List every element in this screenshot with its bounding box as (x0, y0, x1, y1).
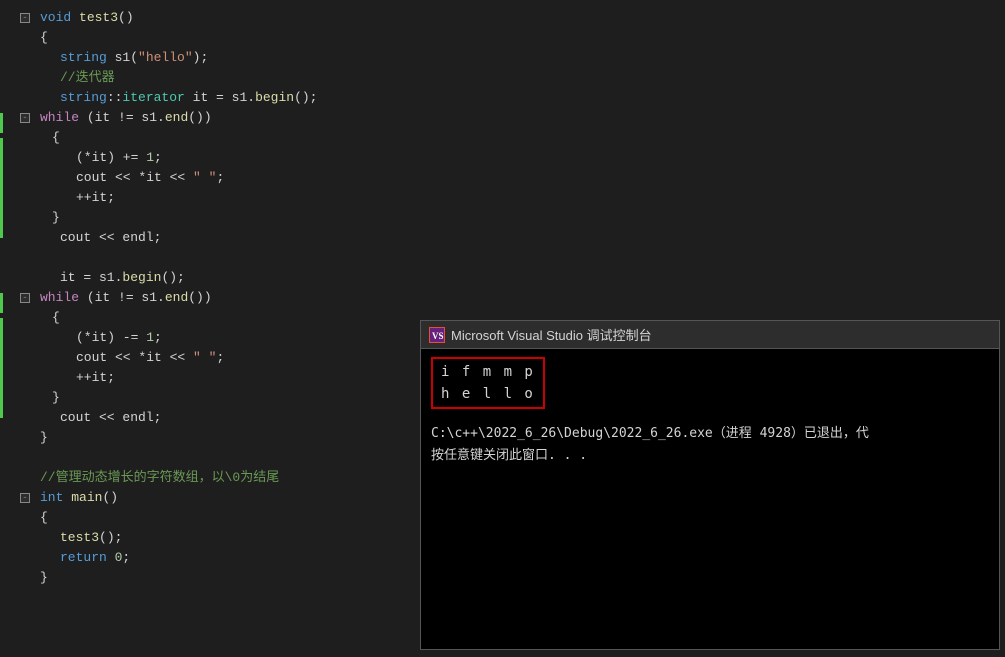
console-output-2: h e l l o (441, 383, 535, 405)
code-text-3: string s1("hello"); (36, 48, 208, 68)
code-line-6: - while (it != s1.end()) (0, 108, 420, 128)
gutter-6: - (0, 113, 36, 123)
code-line-26: { (0, 508, 420, 528)
code-text-14: it = s1.begin(); (36, 268, 185, 288)
console-output-1: i f m m p (441, 361, 535, 383)
code-line-1: - void test3() (0, 8, 420, 28)
green-bar-8 (0, 158, 3, 178)
code-text-19: ++it; (36, 368, 115, 388)
code-line-19: ++it; (0, 368, 420, 388)
code-container: - void test3() { string s1("hello"); //迭… (0, 0, 420, 596)
code-text-28: return 0; (36, 548, 130, 568)
code-text-18: cout << *it << " "; (36, 348, 224, 368)
code-text-26: { (36, 508, 48, 528)
green-bar-6 (0, 113, 3, 133)
green-bar-19 (0, 378, 3, 398)
svg-text:VS: VS (432, 331, 444, 341)
code-line-29: } (0, 568, 420, 588)
code-line-22: } (0, 428, 420, 448)
green-bar-15 (0, 293, 3, 313)
code-text-25: int main() (36, 488, 118, 508)
code-text-11: } (36, 208, 60, 228)
code-text-6: while (it != s1.end()) (36, 108, 212, 128)
green-bar-18 (0, 358, 3, 378)
code-line-25: - int main() (0, 488, 420, 508)
green-bar-7 (0, 138, 3, 158)
code-text-9: cout << *it << " "; (36, 168, 224, 188)
code-text-22: } (36, 428, 48, 448)
console-title: Microsoft Visual Studio 调试控制台 (451, 325, 652, 344)
green-bar-16 (0, 318, 3, 338)
code-text-1: void test3() (36, 8, 134, 28)
collapse-btn-25[interactable]: - (20, 493, 30, 503)
gutter-1: - (0, 13, 36, 23)
code-text-20: } (36, 388, 60, 408)
green-bar-20 (0, 398, 3, 418)
code-text-4: //迭代器 (36, 68, 115, 88)
console-window: VS Microsoft Visual Studio 调试控制台 i f m m… (420, 320, 1000, 650)
code-line-23 (0, 448, 420, 468)
code-line-16: { (0, 308, 420, 328)
code-line-4: //迭代器 (0, 68, 420, 88)
console-titlebar: VS Microsoft Visual Studio 调试控制台 (421, 321, 999, 349)
code-line-21: cout << endl; (0, 408, 420, 428)
code-line-3: string s1("hello"); (0, 48, 420, 68)
vs-icon: VS (429, 327, 445, 343)
code-text-5: string::iterator it = s1.begin(); (36, 88, 317, 108)
green-bar-10 (0, 198, 3, 218)
console-path: C:\c++\2022_6_26\Debug\2022_6_26.exe（进程 … (431, 423, 989, 445)
code-text-16: { (36, 308, 60, 328)
gutter-25: - (0, 493, 36, 503)
code-line-11: } (0, 208, 420, 228)
code-line-20: } (0, 388, 420, 408)
code-text-17: (*it) -= 1; (36, 328, 162, 348)
collapse-btn-1[interactable]: - (20, 13, 30, 23)
console-highlight-box: i f m m p h e l l o (431, 357, 545, 409)
code-text-15: while (it != s1.end()) (36, 288, 212, 308)
green-bar-17 (0, 338, 3, 358)
code-line-17: (*it) -= 1; (0, 328, 420, 348)
green-bar-11 (0, 218, 3, 238)
green-bar-9 (0, 178, 3, 198)
code-text-21: cout << endl; (36, 408, 161, 428)
code-line-10: ++it; (0, 188, 420, 208)
collapse-btn-15[interactable]: - (20, 293, 30, 303)
code-text-10: ++it; (36, 188, 115, 208)
console-body: i f m m p h e l l o C:\c++\2022_6_26\Deb… (421, 349, 999, 475)
editor-right-bg (420, 0, 1005, 320)
gutter-15: - (0, 293, 36, 303)
code-line-7: { (0, 128, 420, 148)
code-line-12: cout << endl; (0, 228, 420, 248)
code-text-2: { (36, 28, 48, 48)
code-line-9: cout << *it << " "; (0, 168, 420, 188)
code-line-27: test3(); (0, 528, 420, 548)
code-line-13 (0, 248, 420, 268)
code-text-24: //管理动态增长的字符数组，以\0为结尾 (36, 468, 279, 488)
code-text-8: (*it) += 1; (36, 148, 162, 168)
code-text-7: { (36, 128, 60, 148)
code-line-14: it = s1.begin(); (0, 268, 420, 288)
collapse-btn-6[interactable]: - (20, 113, 30, 123)
code-editor: - void test3() { string s1("hello"); //迭… (0, 0, 420, 657)
code-line-28: return 0; (0, 548, 420, 568)
code-text-12: cout << endl; (36, 228, 161, 248)
code-line-24: //管理动态增长的字符数组，以\0为结尾 (0, 468, 420, 488)
code-text-27: test3(); (36, 528, 122, 548)
code-line-15: - while (it != s1.end()) (0, 288, 420, 308)
code-text-29: } (36, 568, 48, 588)
code-line-18: cout << *it << " "; (0, 348, 420, 368)
code-line-8: (*it) += 1; (0, 148, 420, 168)
console-press: 按任意键关闭此窗口. . . (431, 445, 989, 467)
code-line-5: string::iterator it = s1.begin(); (0, 88, 420, 108)
code-line-2: { (0, 28, 420, 48)
